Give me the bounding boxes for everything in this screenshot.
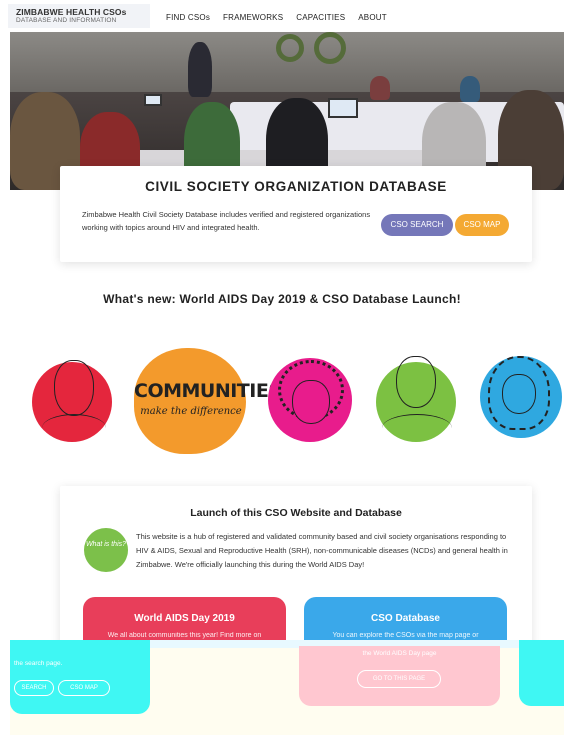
face-outline bbox=[502, 374, 536, 414]
glitch-pink-panel: the World AIDS Day page GO TO THIS PAGE bbox=[299, 646, 500, 706]
brand-title: ZIMBABWE HEALTH CSOs bbox=[16, 7, 127, 17]
nav-find-csos[interactable]: FIND CSOs bbox=[166, 13, 210, 22]
glitch-cyan-panel: the search page. SEARCH CSO MAP bbox=[10, 640, 150, 714]
top-navbar: ZIMBABWE HEALTH CSOs DATABASE AND INFORM… bbox=[0, 0, 564, 32]
site-logo[interactable]: ZIMBABWE HEALTH CSOs DATABASE AND INFORM… bbox=[8, 4, 150, 28]
boy-illustration bbox=[376, 354, 460, 446]
cso-database-title: CSO Database bbox=[371, 613, 440, 624]
nav-frameworks[interactable]: FRAMEWORKS bbox=[223, 13, 283, 22]
glitch-search-button[interactable]: SEARCH bbox=[14, 680, 54, 696]
glitch-go-to-page-button[interactable]: GO TO THIS PAGE bbox=[357, 670, 441, 688]
brand-subtitle: DATABASE AND INFORMATION bbox=[16, 17, 117, 24]
glitch-left-text: the search page. bbox=[14, 660, 63, 667]
cso-database-subtitle: You can explore the CSOs via the map pag… bbox=[332, 632, 479, 639]
headscarf-woman-illustration bbox=[476, 352, 564, 448]
cso-search-button[interactable]: CSO SEARCH bbox=[381, 214, 453, 236]
speaker-figure bbox=[188, 42, 212, 97]
attendee-figure bbox=[460, 76, 480, 102]
communities-illustration: COMMUNITIES make the difference bbox=[134, 348, 282, 456]
cso-map-button[interactable]: CSO MAP bbox=[455, 214, 509, 236]
curly-hair-girl-illustration bbox=[266, 352, 356, 448]
face-outline bbox=[396, 356, 436, 408]
launch-title: Launch of this CSO Website and Database bbox=[190, 507, 402, 519]
face-outline bbox=[54, 360, 94, 416]
laptop-screen bbox=[144, 94, 162, 106]
wreath-decoration bbox=[276, 34, 304, 62]
world-aids-day-title: World AIDS Day 2019 bbox=[134, 613, 235, 624]
glitch-cyan-panel-right bbox=[519, 640, 564, 706]
glitch-mid-text: the World AIDS Day page bbox=[362, 650, 437, 657]
launch-description: This website is a hub of registered and … bbox=[136, 532, 508, 569]
nav-about[interactable]: ABOUT bbox=[358, 13, 387, 22]
laptop-screen bbox=[328, 98, 358, 118]
wreath-decoration bbox=[314, 32, 346, 64]
communities-text: COMMUNITIES bbox=[134, 380, 282, 402]
launch-card: Launch of this CSO Website and Database … bbox=[60, 486, 532, 657]
shoulders-outline bbox=[42, 414, 106, 442]
database-title: CIVIL SOCIETY ORGANIZATION DATABASE bbox=[145, 179, 447, 194]
database-description: Zimbabwe Health Civil Society Database i… bbox=[82, 210, 371, 232]
glitch-map-button[interactable]: CSO MAP bbox=[58, 680, 110, 696]
database-card: CIVIL SOCIETY ORGANIZATION DATABASE Zimb… bbox=[60, 166, 532, 262]
nav-capacities[interactable]: CAPACITIES bbox=[296, 13, 345, 22]
whats-new-heading: What's new: World AIDS Day 2019 & CSO Da… bbox=[103, 292, 461, 306]
bearded-man-illustration bbox=[32, 356, 116, 444]
attendee-figure bbox=[370, 76, 390, 100]
face-outline bbox=[292, 380, 330, 424]
main-nav: FIND CSOs FRAMEWORKS CAPACITIES ABOUT bbox=[166, 13, 387, 22]
world-aids-day-subtitle: We all about communities this year! Find… bbox=[107, 632, 262, 639]
what-is-this-badge: What is this? bbox=[84, 528, 128, 572]
shoulders-outline bbox=[382, 414, 452, 442]
make-difference-text: make the difference bbox=[140, 406, 242, 417]
